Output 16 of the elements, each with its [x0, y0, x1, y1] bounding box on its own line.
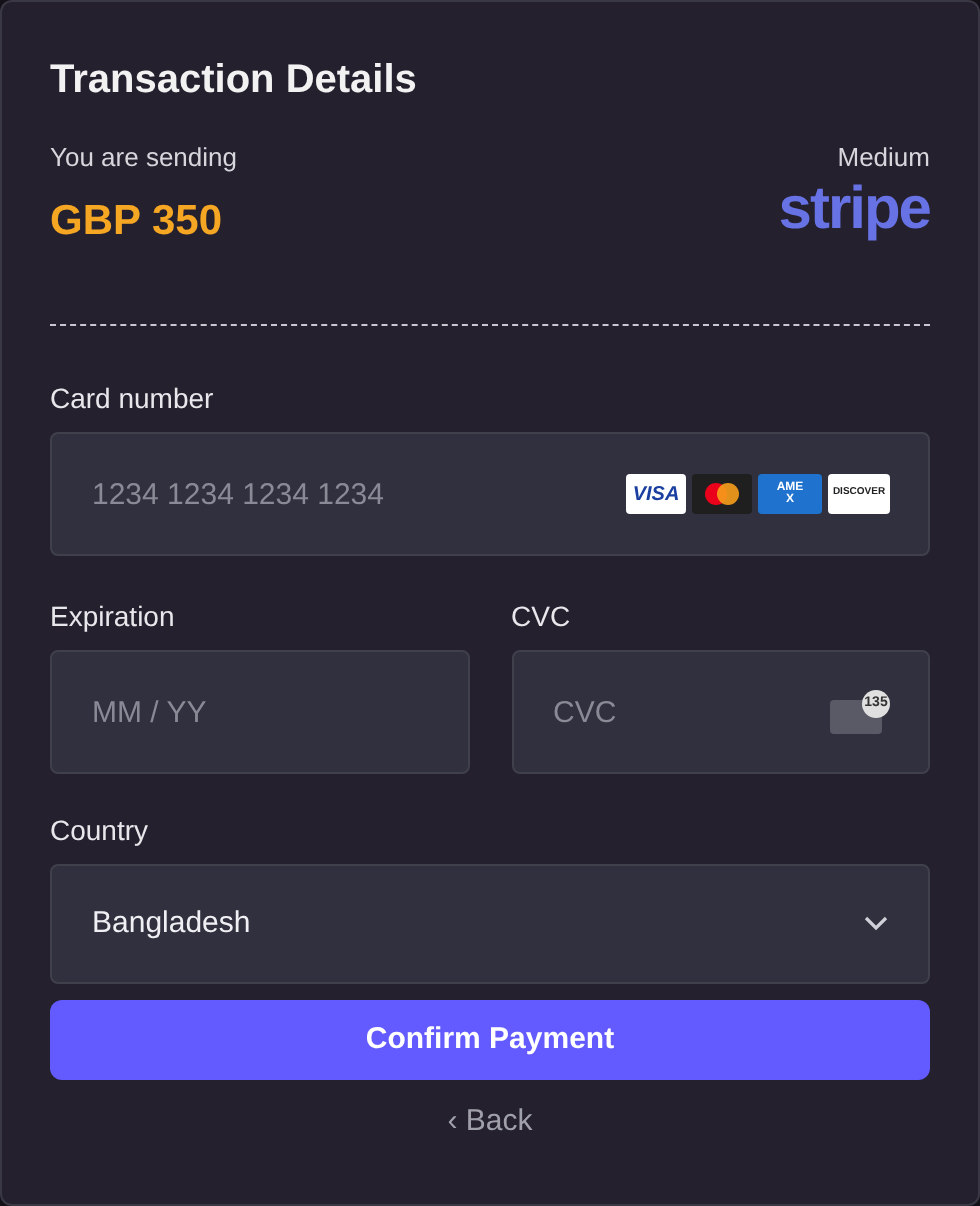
- chevron-down-icon: [864, 916, 888, 932]
- back-link[interactable]: ‹ Back: [447, 1100, 533, 1145]
- country-select[interactable]: Bangladesh: [50, 864, 930, 984]
- cvc-label: CVC: [511, 598, 573, 636]
- country-label: Country: [50, 812, 151, 850]
- expiration-field[interactable]: MM / YY: [50, 650, 469, 774]
- sending-label: You are sending: [50, 140, 237, 176]
- card-number-label: Card number: [50, 380, 216, 418]
- medium-label: Medium: [837, 140, 930, 176]
- stripe-logo: stripe: [778, 177, 930, 241]
- expiration-label: Expiration: [50, 598, 177, 636]
- mastercard-logo-icon: [692, 474, 752, 514]
- confirm-payment-button[interactable]: Confirm Payment: [50, 1000, 930, 1080]
- transaction-title: Transaction Details: [50, 56, 419, 106]
- visa-logo-icon: VISA: [626, 474, 686, 514]
- sending-amount: GBP 350: [50, 195, 224, 247]
